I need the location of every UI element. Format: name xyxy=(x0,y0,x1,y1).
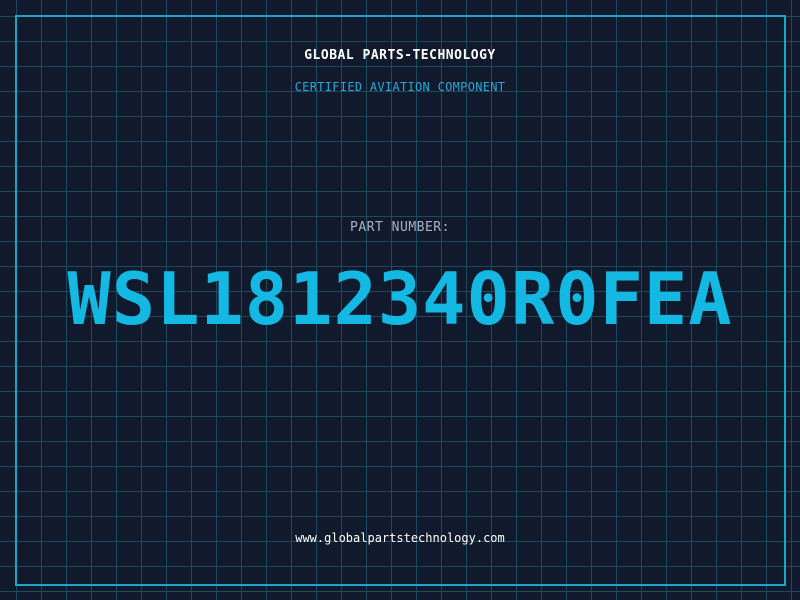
website-url: www.globalpartstechnology.com xyxy=(295,531,505,545)
part-number-value: WSL1812340R0FEA xyxy=(67,257,733,341)
part-number-label: PART NUMBER: xyxy=(350,220,450,235)
label-canvas: GLOBAL PARTS-TECHNOLOGY CERTIFIED AVIATI… xyxy=(0,0,800,600)
company-name: GLOBAL PARTS-TECHNOLOGY xyxy=(304,48,496,63)
certification-subtitle: CERTIFIED AVIATION COMPONENT xyxy=(294,80,506,94)
